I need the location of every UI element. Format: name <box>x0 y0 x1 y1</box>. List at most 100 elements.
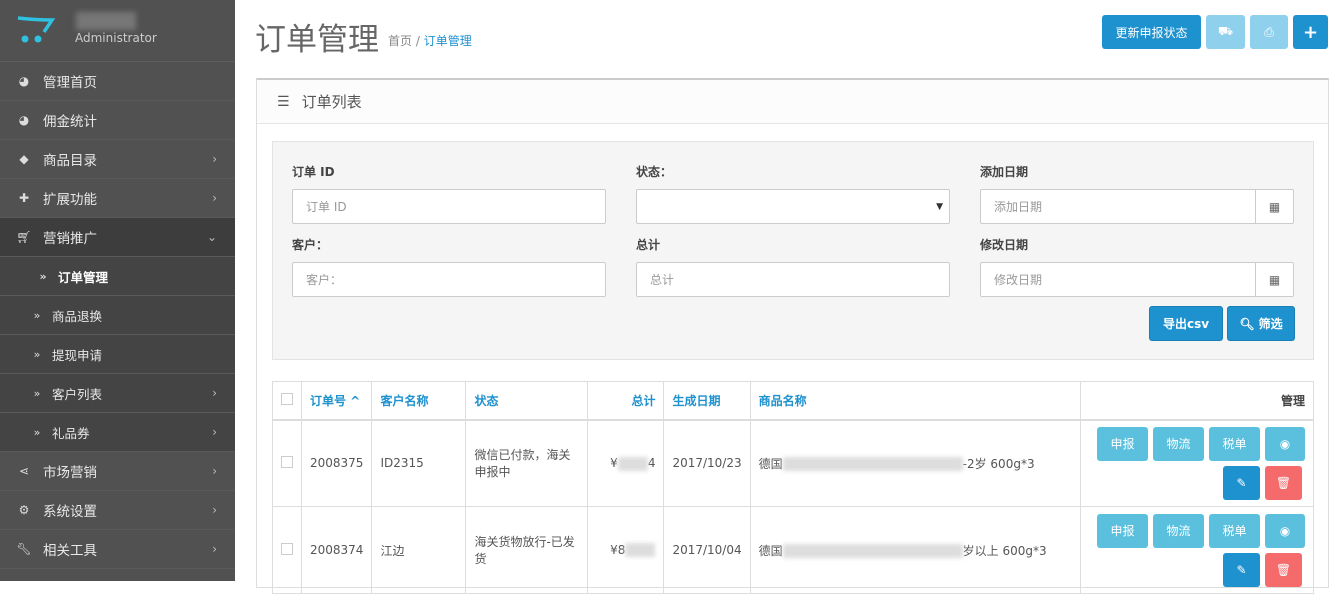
delete-button[interactable]: 🗑︎ <box>1265 465 1302 500</box>
add-button[interactable]: + <box>1293 15 1328 49</box>
nav-catalog[interactable]: ◆ 商品目录 › <box>0 140 235 179</box>
customer: ID2315 <box>371 419 467 507</box>
edit-button[interactable]: ✎ <box>1223 552 1260 587</box>
update-declare-status-button[interactable]: 更新申报状态 <box>1102 15 1201 49</box>
col-customer[interactable]: 客户名称 <box>371 381 467 421</box>
nav-label: 相关工具 <box>43 543 97 559</box>
chevron-right-icon: › <box>212 425 217 439</box>
tax-button[interactable]: 税单 <box>1209 426 1260 461</box>
plus-icon: + <box>1302 21 1319 43</box>
logo[interactable]: Administrator <box>0 0 235 62</box>
chevron-right-icon: › <box>212 152 217 166</box>
export-csv-button[interactable]: 导出csv <box>1149 306 1223 341</box>
col-total[interactable]: 总计 <box>587 381 665 421</box>
nav-dashboard[interactable]: ◕ 管理首页 <box>0 62 235 101</box>
nav-label: 礼品券 <box>52 425 90 441</box>
table-row: 2008374 江边 海关货物放行-已发货 ¥8 2017/10/04 德国 岁以… <box>272 506 1315 594</box>
nav-label: 系统设置 <box>43 504 97 520</box>
nav-settings[interactable]: ⚙ 系统设置 › <box>0 491 235 530</box>
nav-withdraw[interactable]: » 提现申请 <box>0 335 235 374</box>
tax-button[interactable]: 税单 <box>1209 513 1260 548</box>
chevron-right-icon: › <box>212 191 217 205</box>
date-modified-group: 修改日期修改日期 ▦ <box>980 236 1294 297</box>
nav-orders[interactable]: » 订单管理 <box>0 257 235 296</box>
user-role: Administrator <box>75 31 157 45</box>
date-modified-input[interactable]: 修改日期 ▦ <box>980 262 1294 297</box>
order-id-input[interactable]: 订单 ID <box>292 189 606 224</box>
logistics-button[interactable]: 物流 <box>1153 426 1204 461</box>
breadcrumb: 首页 / 订单管理 <box>388 32 472 49</box>
nav-label: 营销推广 <box>43 231 97 247</box>
list-icon: ☰ <box>277 93 290 110</box>
nav-tools[interactable]: 🔧︎ 相关工具 › <box>0 530 235 569</box>
total-input[interactable]: 总计 <box>636 262 950 297</box>
col-status[interactable]: 状态 <box>465 381 589 421</box>
truck-icon: ⛟ <box>1217 24 1234 38</box>
ship-button[interactable]: ⛟ <box>1206 15 1245 49</box>
customer: 江边 <box>371 506 467 594</box>
nav-customers[interactable]: » 客户列表 › <box>0 374 235 413</box>
customer-group: 客户： 客户： <box>292 236 606 297</box>
redacted <box>782 457 963 472</box>
calendar-icon[interactable]: ▦ <box>1255 190 1293 223</box>
filter-button-label: 筛选 <box>1258 317 1283 331</box>
product-prefix: 德国 <box>758 543 783 558</box>
date-added-placeholder: 添加日期 <box>994 200 1043 214</box>
col-date[interactable]: 生成日期 <box>663 381 751 421</box>
eye-icon: ◉ <box>1279 436 1291 451</box>
nav-commission[interactable]: ◕ 佣金统计 <box>0 101 235 140</box>
date-added-input[interactable]: 添加日期 ▦ <box>980 189 1294 224</box>
view-button[interactable]: ◉ <box>1265 426 1305 461</box>
chevron-right-icon: › <box>212 386 217 400</box>
col-order-id[interactable]: 订单号 ^ <box>300 381 373 421</box>
date-added-group: 添加日期 添加日期 ▦ <box>980 163 1294 224</box>
select-all-checkbox[interactable] <box>281 392 293 405</box>
view-button[interactable]: ◉ <box>1265 513 1305 548</box>
product-suffix: 岁以上 600g*3 <box>962 543 1047 558</box>
date-modified-label: 修改日期 <box>980 238 1029 252</box>
breadcrumb-current[interactable]: 订单管理 <box>424 34 472 48</box>
orders-table: 订单号 ^ 客户名称 状态 总计 生成日期 商品名称 管理 2008375 ID… <box>272 381 1315 594</box>
row-checkbox[interactable] <box>281 542 293 555</box>
nav-vouchers[interactable]: » 礼品券 › <box>0 413 235 452</box>
filter-form: 订单 ID 订单 ID 状态： ▼ 添加日期 添加日期 ▦ 客户： 客户： 总计 总计 修改… <box>272 141 1314 360</box>
double-chevron-icon: » <box>33 425 41 439</box>
calendar-icon[interactable]: ▦ <box>1255 263 1293 296</box>
product-prefix: 德国 <box>758 456 783 471</box>
breadcrumb-home[interactable]: 首页 <box>388 34 412 48</box>
product: 德国 岁以上 600g*3 <box>749 506 1081 594</box>
nav-marketing-promo[interactable]: 🛒︎ 营销推广 ⌄ <box>0 218 235 257</box>
order-id: 2008374 <box>300 506 373 594</box>
delete-button[interactable]: 🗑︎ <box>1265 552 1302 587</box>
print-button[interactable]: ⎙ <box>1250 15 1288 49</box>
main-content: 订单管理 首页 / 订单管理 更新申报状态 ⛟ ⎙ + ☰ 订单列表 订单 ID 订… <box>235 0 1331 594</box>
chevron-right-icon: › <box>212 542 217 556</box>
caret-down-icon: ▼ <box>936 201 943 212</box>
page-title: 订单管理 <box>255 22 379 58</box>
col-product[interactable]: 商品名称 <box>749 381 1081 421</box>
declare-button[interactable]: 申报 <box>1097 426 1148 461</box>
dashboard-icon: ◕ <box>18 113 30 127</box>
nav-label: 商品退换 <box>52 308 103 324</box>
filter-button[interactable]: 🔍︎ 筛选 <box>1227 306 1295 341</box>
order-id-label: 订单 ID <box>292 165 335 179</box>
redacted <box>617 456 648 471</box>
row-checkbox[interactable] <box>281 455 293 468</box>
edit-button[interactable]: ✎ <box>1223 465 1260 500</box>
customer-input[interactable]: 客户： <box>292 262 606 297</box>
nav-label: 佣金统计 <box>43 114 97 130</box>
nav-returns[interactable]: » 商品退换 <box>0 296 235 335</box>
nav-extensions[interactable]: ✚ 扩展功能 › <box>0 179 235 218</box>
status-select[interactable]: ▼ <box>636 189 950 224</box>
declare-button[interactable]: 申报 <box>1097 513 1148 548</box>
eye-icon: ◉ <box>1279 523 1291 538</box>
chevron-down-icon: ⌄ <box>206 230 217 244</box>
sidebar: Administrator ◕ 管理首页 ◕ 佣金统计 ◆ 商品目录 › ✚ 扩展功能 › … <box>0 0 235 581</box>
date: 2017/10/04 <box>663 506 751 594</box>
order-id-group: 订单 ID 订单 ID <box>292 163 606 224</box>
tags-icon: ◆ <box>19 152 29 166</box>
actions-cell: 申报 物流 税单 ◉ ✎ 🗑︎ <box>1079 506 1315 594</box>
nav-marketing[interactable]: ⋖ 市场营销 › <box>0 452 235 491</box>
logistics-button[interactable]: 物流 <box>1153 513 1204 548</box>
order-list-panel: ☰ 订单列表 订单 ID 订单 ID 状态： ▼ 添加日期 添加日期 ▦ 客户： 客户： 总… <box>256 78 1329 594</box>
